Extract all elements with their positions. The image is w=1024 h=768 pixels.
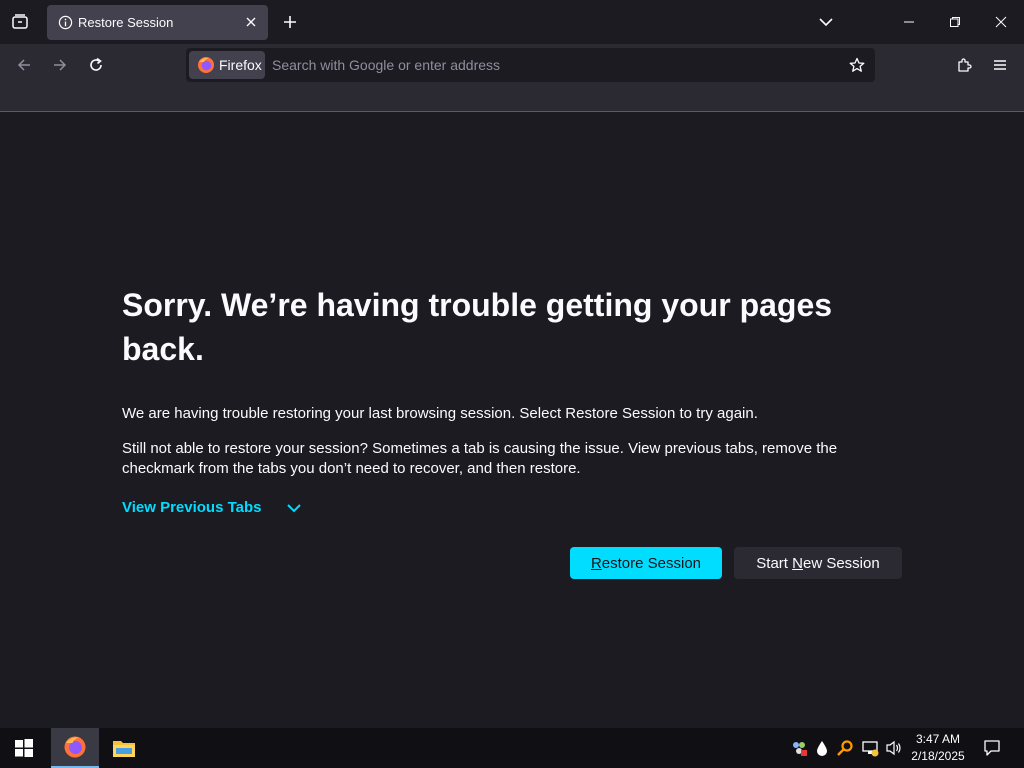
minimize-icon (904, 21, 914, 23)
url-bar[interactable]: Firefox (186, 48, 875, 82)
new-session-label: ew Session (802, 554, 880, 572)
reload-button[interactable] (81, 50, 111, 80)
close-window-button[interactable] (985, 8, 1017, 36)
toolbar-strip (0, 86, 1024, 112)
page-title: Sorry. We’re having trouble getting your… (122, 287, 833, 367)
windows-start-icon (15, 739, 33, 757)
error-description: We are having trouble restoring your las… (122, 405, 758, 422)
forward-icon (54, 59, 67, 71)
restore-window-button[interactable] (939, 8, 971, 36)
restore-session-page: Sorry. We’re having trouble getting your… (0, 113, 1024, 728)
identity-label: Firefox (219, 57, 262, 73)
tab-restore-session[interactable]: Restore Session (47, 5, 268, 40)
file-explorer-icon (113, 741, 135, 757)
action-center-button[interactable] (978, 728, 1006, 768)
tray-search-tool-icon[interactable] (835, 738, 855, 758)
start-button[interactable] (0, 728, 48, 768)
restore-accesskey: R (590, 554, 602, 572)
taskbar-firefox[interactable] (51, 728, 99, 768)
tray-droplet-icon[interactable] (812, 738, 832, 758)
star-icon (849, 57, 865, 72)
tray-volume-icon[interactable] (884, 738, 904, 758)
chevron-down-icon (819, 18, 833, 27)
forward-button[interactable] (45, 50, 75, 80)
plus-icon (284, 16, 296, 28)
navigation-toolbar: Firefox (0, 44, 1024, 86)
info-icon (58, 15, 73, 30)
tab-list-button[interactable] (6, 8, 34, 36)
view-previous-tabs-label: View Previous Tabs (122, 499, 262, 516)
taskbar-file-explorer[interactable] (100, 728, 148, 768)
back-icon (17, 59, 30, 71)
clock-date: 2/18/2025 (911, 749, 965, 763)
restore-button-label: estore Session (601, 554, 702, 572)
close-icon (246, 17, 256, 27)
url-input[interactable] (272, 48, 832, 82)
title-bar: Restore Session (0, 0, 1024, 44)
window-close-icon (995, 16, 1007, 28)
firefox-taskbar-icon (64, 736, 86, 758)
tab-close-button[interactable] (241, 12, 261, 32)
tray-network-app-icon[interactable] (789, 738, 809, 758)
taskbar-clock[interactable]: 3:47 AM 2/18/2025 (904, 731, 972, 765)
clock-time: 3:47 AM (915, 732, 961, 746)
chevron-down-icon (286, 503, 302, 513)
firefox-icon (198, 57, 214, 73)
new-tab-button[interactable] (278, 10, 302, 34)
new-session-prefix: Start (756, 554, 793, 572)
identity-box[interactable]: Firefox (189, 51, 265, 79)
bookmark-star-button[interactable] (846, 54, 868, 76)
menu-icon (994, 60, 1006, 70)
restore-icon (950, 17, 960, 27)
taskbar: 3:47 AM 2/18/2025 (0, 728, 1024, 768)
start-new-session-button[interactable]: Start New Session (734, 547, 902, 579)
tab-list-icon (12, 14, 28, 29)
minimize-button[interactable] (893, 8, 925, 36)
list-all-tabs-button[interactable] (810, 8, 842, 36)
app-menu-button[interactable] (985, 50, 1015, 80)
error-hint: Still not able to restore your session? … (122, 440, 838, 477)
extensions-button[interactable] (949, 50, 979, 80)
back-button[interactable] (9, 50, 39, 80)
reload-icon (90, 57, 102, 71)
view-previous-tabs-toggle[interactable]: View Previous Tabs (122, 499, 302, 516)
tray-network-icon[interactable] (860, 738, 880, 758)
extensions-icon (958, 58, 972, 72)
notification-icon (984, 740, 1000, 756)
restore-session-button[interactable]: Restore Session (570, 547, 722, 579)
new-session-accesskey: N (792, 554, 803, 572)
tab-title: Restore Session (78, 15, 174, 30)
